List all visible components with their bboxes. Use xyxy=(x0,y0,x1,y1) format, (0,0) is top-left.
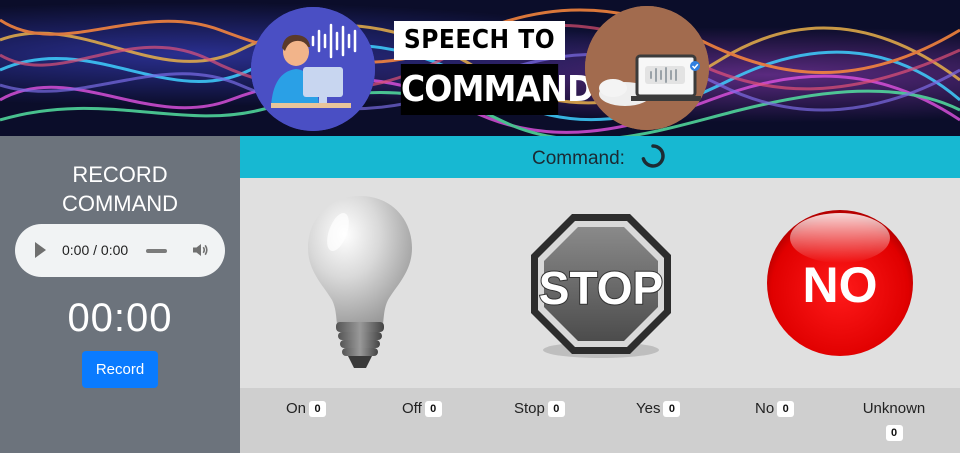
count-badge: 0 xyxy=(547,401,565,417)
count-badge: 0 xyxy=(885,425,903,441)
record-command-heading: RECORD COMMAND xyxy=(0,160,240,218)
loading-spinner-icon xyxy=(641,144,665,168)
person-at-computer-soundwave-icon xyxy=(251,7,375,131)
count-no: No 0 xyxy=(755,398,795,420)
banner-title-line1: SPEECH TO xyxy=(394,21,565,60)
audio-time-display: 0:00 / 0:00 xyxy=(62,242,129,258)
count-badge: 0 xyxy=(309,401,327,417)
no-button-text: NO xyxy=(803,257,878,313)
record-sidebar: RECORD COMMAND 0:00 / 0:00 00:00 Record xyxy=(0,136,240,453)
count-label: Off xyxy=(402,400,422,417)
count-unknown: Unknown 0 xyxy=(859,398,929,444)
count-label: On xyxy=(286,400,307,417)
banner-title: SPEECH TO COMMAND xyxy=(394,21,595,115)
count-yes: Yes 0 xyxy=(636,398,681,420)
record-button[interactable]: Record xyxy=(82,351,158,388)
banner-title-line2: COMMAND xyxy=(400,64,595,115)
audio-seek-bar[interactable] xyxy=(146,249,167,253)
record-timer: 00:00 xyxy=(67,296,173,340)
count-label: Yes xyxy=(636,400,661,417)
count-badge: 0 xyxy=(663,401,681,417)
stop-sign-icon: STOP xyxy=(531,214,671,358)
play-icon[interactable] xyxy=(35,242,46,258)
command-label: Command: xyxy=(532,148,625,169)
count-badge: 0 xyxy=(777,401,795,417)
lightbulb-icon xyxy=(308,196,412,368)
count-label: No xyxy=(755,400,775,417)
count-on: On 0 xyxy=(286,398,327,420)
command-bar: Command: xyxy=(240,136,960,178)
command-counts: On 0 Off 0 Stop 0 Yes 0 No 0 Unknown 0 xyxy=(240,388,960,453)
command-images-area: STOP NO xyxy=(240,178,960,388)
record-heading-line1: RECORD xyxy=(72,162,168,187)
count-stop: Stop 0 xyxy=(514,398,565,420)
audio-player[interactable]: 0:00 / 0:00 xyxy=(15,224,225,277)
count-badge: 0 xyxy=(424,401,442,417)
count-label: Unknown xyxy=(862,400,926,417)
count-label: Stop xyxy=(514,400,545,417)
no-button-icon: NO xyxy=(767,210,913,356)
stop-sign-text: STOP xyxy=(539,262,663,314)
count-off: Off 0 xyxy=(402,398,442,420)
laptop-voice-message-icon xyxy=(585,6,709,130)
volume-icon[interactable] xyxy=(191,241,209,259)
header-banner: SPEECH TO COMMAND xyxy=(0,0,960,136)
record-heading-line2: COMMAND xyxy=(61,191,179,216)
